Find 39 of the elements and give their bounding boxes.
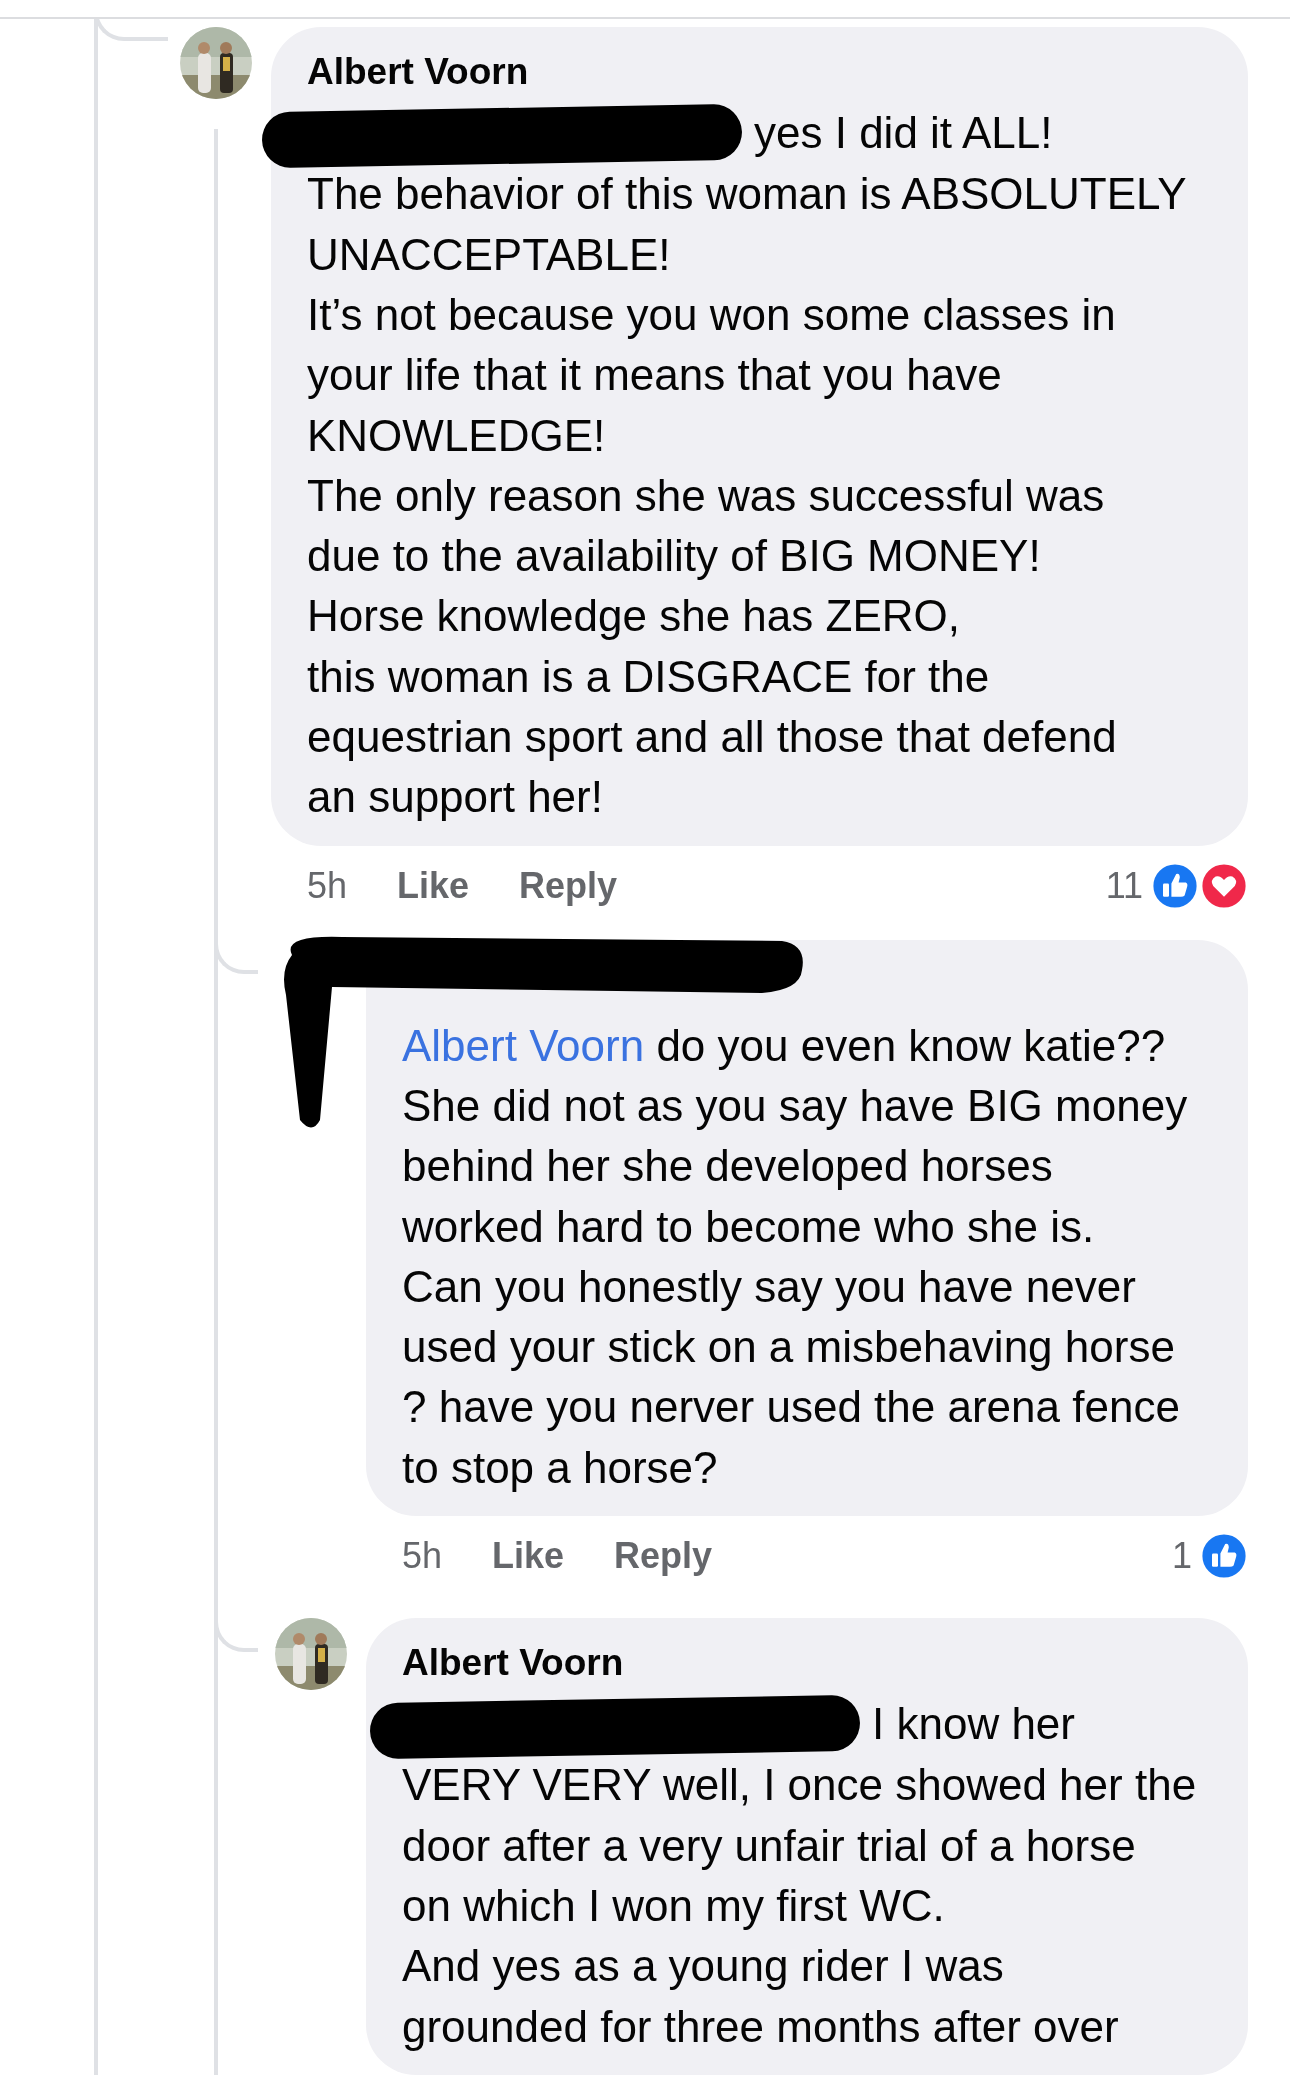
- author-name[interactable]: Albert Voorn: [402, 1632, 1218, 1694]
- comment-text: yes I did it ALL!: [754, 108, 1053, 157]
- comment-text: behind her she developed horses: [402, 1141, 1053, 1191]
- comment-text: The only reason she was successful was: [307, 470, 1105, 520]
- comment-text: door after a very unfair trial of a horse: [402, 1820, 1136, 1870]
- thumbs-up-icon[interactable]: [1151, 861, 1199, 910]
- comment-text: VERY VERY well, I once showed her the: [402, 1760, 1197, 1810]
- timestamp: 5h: [307, 864, 348, 907]
- comment-text: She did not as you say have BIG money: [402, 1080, 1188, 1130]
- comment-text: UNACCEPTABLE!: [307, 229, 671, 279]
- comment-text: It’s not because you won some classes in: [307, 289, 1116, 339]
- comment-text: due to the availability of BIG MONEY!: [307, 531, 1041, 581]
- comment-text: used your stick on a misbehaving horse: [402, 1322, 1175, 1372]
- comment-text: an support her!: [307, 772, 603, 822]
- reply-button[interactable]: Reply: [614, 1535, 713, 1577]
- author-name[interactable]: Albert Voorn: [307, 41, 1218, 103]
- comment-text: this woman is a DISGRACE for the: [307, 651, 990, 701]
- timestamp: 5h: [402, 1535, 443, 1577]
- like-button[interactable]: Like: [492, 1535, 565, 1577]
- comment-text: KNOWLEDGE!: [307, 410, 606, 460]
- comment-text: worked hard to become who she is.: [402, 1201, 1095, 1251]
- like-button[interactable]: Like: [397, 864, 470, 907]
- mention-link[interactable]: Albert Voorn: [402, 1020, 645, 1070]
- comment-text: And yes as a young rider I was: [402, 1941, 1004, 1991]
- comment-text: Can you honestly say you have never: [402, 1261, 1136, 1311]
- comment-text: The behavior of this woman is ABSOLUTELY: [307, 169, 1187, 219]
- comment-text: equestrian sport and all those that defend: [307, 712, 1117, 762]
- comment-text: I know her: [872, 1699, 1075, 1748]
- comment-text: to stop a horse?: [402, 1442, 718, 1492]
- reply-button[interactable]: Reply: [519, 864, 618, 907]
- comment-text: Horse knowledge she has ZERO,: [307, 591, 960, 641]
- thumbs-up-icon[interactable]: [1200, 1532, 1248, 1580]
- comment-text: on which I won my first WC.: [402, 1881, 945, 1930]
- reaction-count: 1: [1171, 1535, 1192, 1577]
- comment-text: ? have you nerver used the arena fence: [402, 1382, 1180, 1432]
- reaction-count: 11: [1105, 864, 1143, 907]
- comment-text: do you even know katie??: [655, 1020, 1166, 1070]
- comment-text: grounded for three months after over: [402, 2001, 1119, 2051]
- comment-text: your life that it means that you have: [307, 350, 1002, 400]
